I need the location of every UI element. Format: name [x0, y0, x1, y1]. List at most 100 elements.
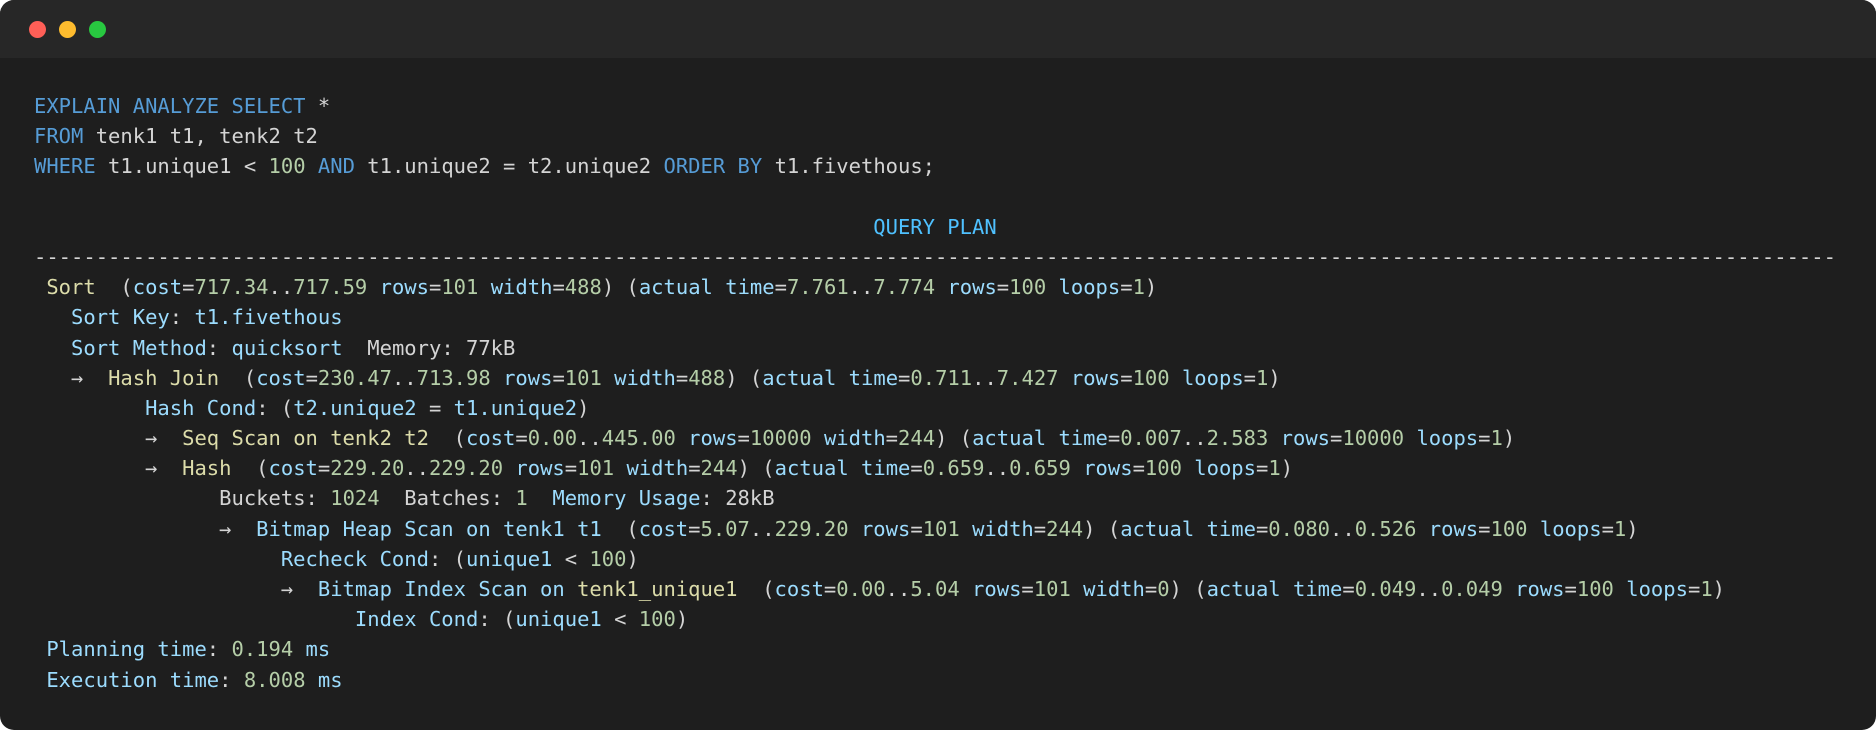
- close-window-icon[interactable]: [29, 21, 46, 38]
- code-token: Execution time: [46, 667, 220, 692]
- code-token: ): [1626, 516, 1639, 541]
- code-token: ..: [577, 426, 602, 451]
- code-token: ..: [749, 516, 775, 541]
- code-token: t1.unique1 <: [95, 154, 269, 179]
- code-token: =: [823, 577, 837, 601]
- code-token: =: [1256, 456, 1269, 481]
- code-token: =: [1132, 456, 1145, 481]
- code-token: =: [1033, 516, 1047, 541]
- code-token: 0: [1157, 577, 1170, 601]
- code-token: =: [1478, 426, 1491, 451]
- code-token: 77kB: [466, 335, 516, 360]
- code-token: ) (: [1083, 516, 1121, 541]
- code-token: rows: [515, 456, 565, 481]
- code-token: ) (: [1169, 577, 1207, 601]
- code-token: 5.04: [910, 577, 960, 601]
- code-token: ) (: [601, 275, 639, 300]
- code-token: =: [317, 456, 331, 481]
- code-token: :: [700, 486, 726, 511]
- code-token: actual time: [1120, 516, 1256, 541]
- code-token: : (: [428, 546, 466, 571]
- code-token: 488: [688, 365, 726, 390]
- code-token: Hash Join: [108, 365, 220, 390]
- code-token: loops: [1626, 577, 1688, 601]
- code-token: ): [1502, 426, 1516, 451]
- code-token: 0.080: [1268, 516, 1331, 541]
- code-token: =: [429, 275, 442, 300]
- code-token: ..: [1181, 426, 1207, 451]
- query-plan-row: Sort Key: t1.fivethous: [34, 302, 1836, 332]
- code-token: →: [34, 516, 257, 541]
- code-token: 10000: [1342, 426, 1405, 451]
- code-token: (: [601, 516, 639, 541]
- code-token: loops: [1194, 456, 1256, 481]
- code-token: :: [206, 335, 232, 360]
- code-token: ..: [885, 577, 911, 601]
- code-token: 1: [1613, 516, 1627, 541]
- code-token: 5.07: [700, 516, 750, 541]
- code-token: 229.20: [330, 456, 405, 481]
- code-token: loops: [1416, 426, 1479, 451]
- code-token: cost: [268, 456, 318, 481]
- code-token: t1.fivethous: [194, 305, 343, 330]
- code-token: 100: [1009, 275, 1047, 300]
- code-token: 0.00: [836, 577, 886, 601]
- code-token: Memory:: [342, 335, 466, 360]
- code-token: Bitmap Index Scan on: [317, 577, 578, 601]
- maximize-window-icon[interactable]: [89, 21, 106, 38]
- code-token: Hash: [182, 456, 232, 481]
- code-token: rows: [947, 275, 997, 300]
- query-plan-row: → Bitmap Heap Scan on tenk1 t1 (cost=5.0…: [34, 514, 1836, 544]
- code-token: ..: [268, 275, 294, 300]
- code-token: Recheck Cond: [280, 546, 429, 571]
- code-token: ): [675, 607, 689, 632]
- code-token: FROM: [34, 124, 84, 149]
- code-token: =: [564, 456, 578, 481]
- code-token: ): [577, 395, 590, 420]
- code-token: ..: [391, 365, 417, 390]
- code-token: Index Cond: [354, 607, 479, 632]
- code-token: 0.049: [1441, 577, 1503, 601]
- code-token: 100: [1490, 516, 1528, 541]
- code-token: 445.00: [601, 426, 676, 451]
- code-token: rows: [1070, 365, 1121, 390]
- code-token: =: [1243, 365, 1257, 390]
- code-token: ..: [404, 456, 429, 481]
- code-token: EXPLAIN ANALYZE SELECT: [34, 94, 306, 118]
- code-token: t2.unique2: [293, 395, 417, 420]
- code-token: 8.008: [243, 667, 306, 692]
- code-token: 101: [922, 516, 960, 541]
- code-token: Memory Usage: [552, 486, 701, 511]
- code-token: width: [823, 426, 886, 451]
- code-token: (: [428, 426, 466, 451]
- code-token: rows: [1515, 577, 1565, 601]
- code-token: =: [1687, 577, 1701, 601]
- code-token: : (: [478, 607, 516, 632]
- code-token: 1: [1490, 426, 1503, 451]
- code-token: =: [996, 275, 1010, 300]
- code-token: 229.20: [428, 456, 504, 481]
- code-token: 100: [1132, 365, 1170, 390]
- code-token: 1: [515, 486, 528, 511]
- code-token: 244: [898, 426, 936, 451]
- code-token: 100: [1144, 456, 1182, 481]
- code-token: ): [1280, 456, 1294, 481]
- query-plan-row: Sort (cost=717.34..717.59 rows=101 width…: [34, 272, 1836, 302]
- minimize-window-icon[interactable]: [59, 21, 76, 38]
- code-token: :: [206, 637, 232, 662]
- code-token: 0.194: [231, 637, 294, 662]
- code-token: 10000: [749, 426, 812, 451]
- code-token: :: [219, 667, 244, 692]
- code-token: 1: [1268, 456, 1281, 481]
- code-token: cost: [774, 577, 824, 601]
